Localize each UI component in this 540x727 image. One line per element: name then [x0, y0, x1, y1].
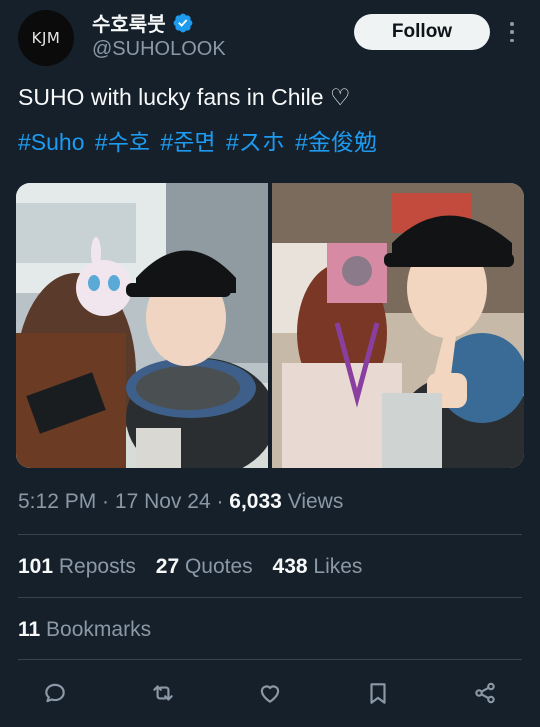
more-options-icon[interactable]	[502, 20, 522, 44]
reposts-count: 101	[18, 555, 54, 578]
meta-separator: ·	[210, 490, 230, 513]
share-icon	[475, 682, 495, 704]
hashtags: #Suho #수호 #준면 #スホ #金俊勉	[18, 123, 528, 157]
hashtag-link[interactable]: #スホ	[226, 129, 285, 155]
bookmarks-count: 11	[18, 618, 41, 641]
reply-button[interactable]	[38, 676, 72, 710]
quotes-count: 27	[155, 555, 180, 578]
repost-icon	[153, 685, 173, 701]
hashtag-link[interactable]: #수호	[95, 129, 150, 155]
avatar-text: KJM	[31, 29, 61, 47]
repost-button[interactable]	[146, 676, 180, 710]
quotes-label: Quotes	[179, 555, 253, 578]
bookmarks-label: Bookmarks	[40, 618, 152, 641]
handle[interactable]: @SUHOLOOK	[92, 38, 226, 61]
engagement-stats: 101 Reposts 27 Quotes 438 Likes	[18, 555, 376, 579]
likes-link[interactable]: 438 Likes	[273, 555, 363, 578]
like-button[interactable]	[253, 676, 287, 710]
bookmark-button[interactable]	[361, 676, 395, 710]
divider	[18, 534, 522, 535]
like-icon	[260, 685, 280, 703]
media-grid	[16, 183, 524, 468]
verified-badge-icon	[173, 13, 193, 32]
views-label: Views	[281, 490, 344, 513]
views-count: 6,033	[229, 490, 282, 513]
photo-2-image	[272, 183, 524, 468]
photo-1[interactable]	[16, 183, 268, 468]
photo-2[interactable]	[272, 183, 524, 468]
display-name[interactable]: 수호룩붓	[92, 8, 166, 37]
meta-separator: ·	[96, 490, 115, 513]
reply-icon	[45, 683, 65, 703]
likes-label: Likes	[307, 555, 363, 578]
share-button[interactable]	[468, 676, 502, 710]
hashtag-link[interactable]: #金俊勉	[295, 129, 377, 155]
reposts-link[interactable]: 101 Reposts	[18, 555, 136, 578]
quotes-link[interactable]: 27 Quotes	[156, 555, 253, 578]
avatar[interactable]: KJM	[18, 10, 74, 66]
divider	[18, 659, 522, 660]
name-row: 수호룩붓	[92, 8, 194, 37]
divider	[18, 597, 522, 598]
tweet-time[interactable]: 5:12 PM	[18, 490, 96, 513]
bookmark-icon	[370, 683, 386, 704]
bookmarks-link[interactable]: 11 Bookmarks	[18, 618, 151, 642]
tweet-header: KJM 수호룩붓 @SUHOLOOK Follow	[0, 0, 540, 75]
hashtag-link[interactable]: #준면	[160, 129, 215, 155]
action-bar	[0, 676, 540, 712]
tweet-date[interactable]: 17 Nov 24	[115, 490, 211, 513]
likes-count: 438	[272, 555, 308, 578]
tweet-meta: 5:12 PM · 17 Nov 24 · 6,033 Views	[18, 490, 343, 514]
tweet-text: SUHO with lucky fans in Chile ♡	[18, 84, 351, 110]
follow-button[interactable]: Follow	[354, 14, 490, 50]
reposts-label: Reposts	[53, 555, 136, 578]
hashtag-link[interactable]: #Suho	[18, 129, 85, 155]
photo-1-image	[16, 183, 268, 468]
